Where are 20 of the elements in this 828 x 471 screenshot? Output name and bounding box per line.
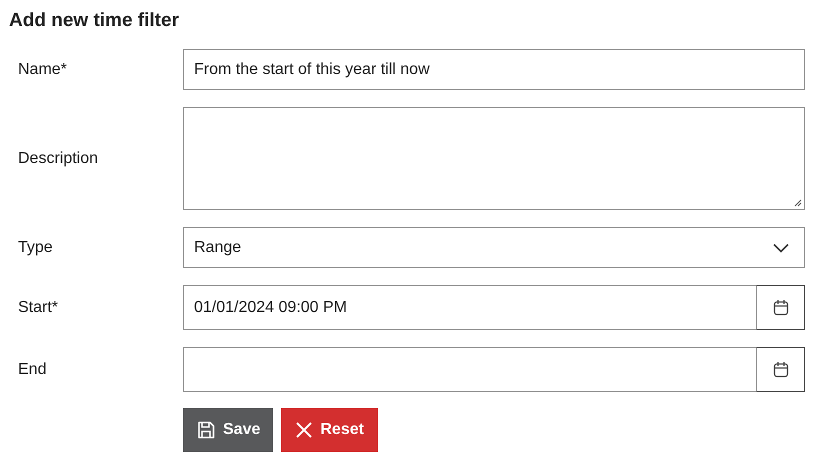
calendar-button[interactable]: [756, 285, 805, 330]
field-label: End: [17, 360, 48, 378]
field-label: Type: [17, 238, 54, 256]
field-label: Start*: [17, 298, 60, 316]
field-label: Name*: [17, 60, 68, 78]
date-field[interactable]: [183, 347, 757, 392]
form-title: Add new time filter: [9, 9, 180, 33]
calendar-icon: [772, 299, 788, 316]
date-field[interactable]: 01/01/2024 09:00 PM: [183, 285, 757, 330]
name-field[interactable]: From the start of this year till now: [183, 49, 805, 90]
field-label: Description: [17, 150, 100, 168]
calendar-icon: [772, 361, 788, 378]
resize-grip-icon[interactable]: [794, 199, 802, 207]
reset-button[interactable]: Reset: [281, 408, 378, 452]
type-dropdown[interactable]: Range: [183, 227, 805, 268]
chevron-down-icon: [772, 242, 790, 252]
calendar-button[interactable]: [756, 347, 805, 392]
close-icon: [295, 421, 314, 439]
description-field[interactable]: [183, 107, 805, 210]
save-button[interactable]: Save: [183, 408, 274, 452]
